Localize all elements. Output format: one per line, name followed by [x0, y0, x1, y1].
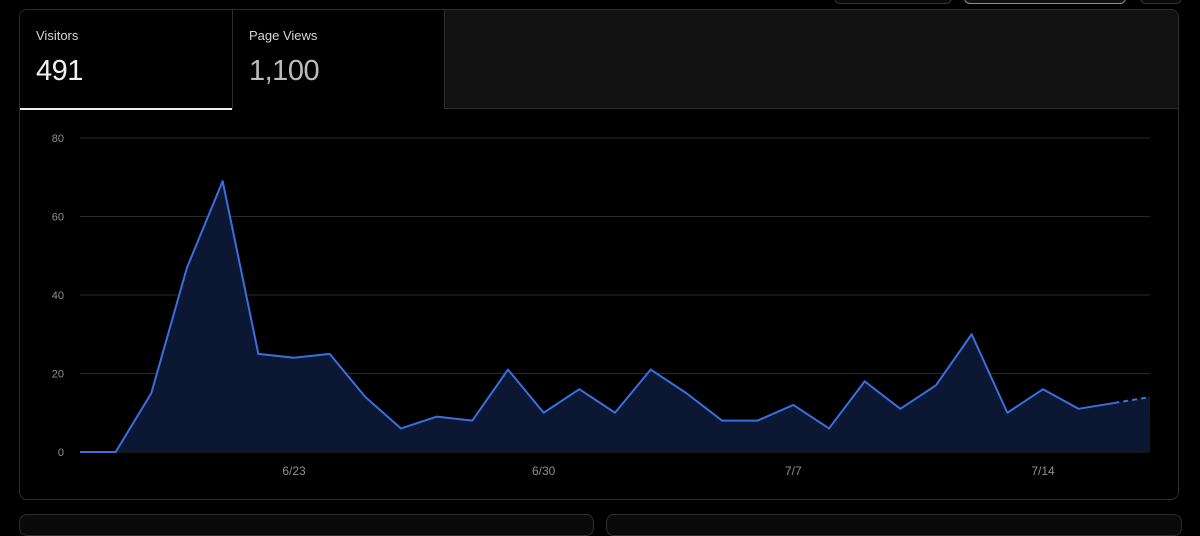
analytics-panel: Visitors 491 Page Views 1,100 0 20 40 60 80 6…: [19, 9, 1179, 500]
y-tick-label: 20: [52, 369, 64, 381]
tab-page-views-value: 1,100: [249, 55, 320, 87]
metric-tabs: Visitors 491 Page Views 1,100: [20, 10, 1178, 110]
y-tick-label: 0: [58, 447, 64, 459]
tab-visitors-value: 491: [36, 55, 83, 87]
tab-visitors-label: Visitors: [36, 28, 79, 43]
filter-button[interactable]: [964, 0, 1126, 4]
y-tick-label: 40: [52, 290, 64, 302]
y-tick-label: 80: [52, 133, 64, 145]
menu-button[interactable]: [1140, 0, 1182, 4]
tab-page-views[interactable]: Page Views 1,100: [233, 10, 445, 109]
y-tick-label: 60: [52, 212, 64, 224]
tab-visitors[interactable]: Visitors 491: [20, 10, 233, 110]
x-tick-label: 6/23: [282, 464, 306, 478]
bottom-card-left: [19, 514, 594, 536]
x-tick-label: 6/30: [532, 464, 556, 478]
tab-page-views-label: Page Views: [249, 28, 318, 43]
date-range-button[interactable]: [834, 0, 952, 4]
bottom-card-right: [606, 514, 1182, 536]
x-tick-label: 7/7: [785, 464, 802, 478]
visitors-chart: 0 20 40 60 80 6/23 6/30 7/7 7/14: [52, 133, 1151, 478]
x-tick-label: 7/14: [1031, 464, 1055, 478]
